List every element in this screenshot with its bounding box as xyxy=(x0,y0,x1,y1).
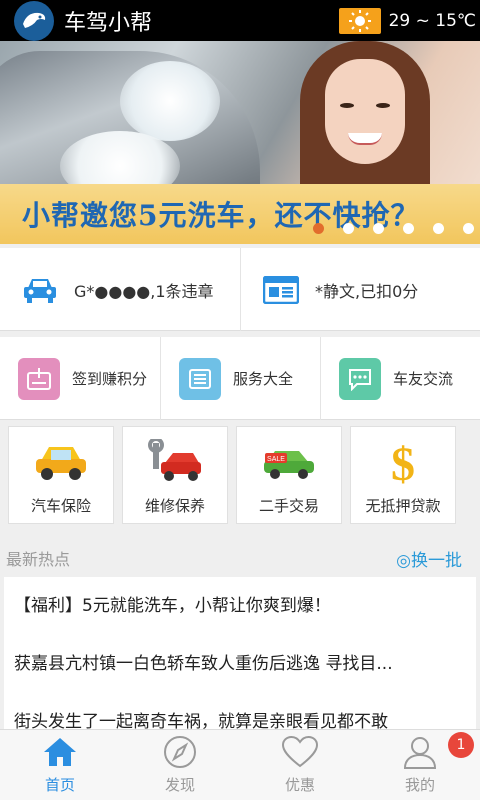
nav-profile-label: 我的 xyxy=(404,776,435,794)
nav-discover[interactable]: 发现 xyxy=(120,730,240,800)
news-item[interactable]: 获嘉县亢村镇一白色轿车致人重伤后逃逸 寻找目... xyxy=(4,635,476,693)
heart-icon xyxy=(280,734,320,770)
nav-deals-label: 优惠 xyxy=(284,776,315,794)
nav-home[interactable]: 首页 xyxy=(0,730,120,800)
service-chat[interactable]: 车友交流 xyxy=(320,337,480,420)
home-icon xyxy=(40,734,80,770)
nav-discover-label: 发现 xyxy=(164,776,195,794)
news-list: 【福利】5元就能洗车，小帮让你爽到爆！ 获嘉县亢村镇一白色轿车致人重伤后逃逸 寻… xyxy=(4,577,476,729)
temperature-text: 29 ~ 15℃ xyxy=(388,10,476,31)
pager-dot[interactable] xyxy=(373,223,384,234)
dollar-icon: $ xyxy=(373,435,433,487)
person-icon xyxy=(400,734,440,770)
points-info[interactable]: *静文,已扣0分 xyxy=(240,248,480,331)
nav-deals[interactable]: 优惠 xyxy=(240,730,360,800)
dolphin-logo-icon xyxy=(14,0,54,41)
chat-label: 车友交流 xyxy=(393,370,454,388)
card-used-car[interactable]: SALE 二手交易 xyxy=(236,426,342,524)
feature-cards: 汽车保险 维修保养 SALE 二手交易 $ 无抵押贷款 xyxy=(0,426,480,530)
refresh-button[interactable]: ◎换一批 xyxy=(396,546,462,571)
hot-news-title: 最新热点 xyxy=(6,550,71,569)
pager-dot[interactable] xyxy=(313,223,324,234)
banner-strip: 小帮邀您5元洗车，还不快抢？ xyxy=(0,184,480,244)
repair-wrench-icon xyxy=(145,435,205,487)
violation-info[interactable]: G*●●●●,1条违章 xyxy=(0,248,240,331)
used-car-label: 二手交易 xyxy=(258,497,319,515)
service-sign-in[interactable]: 签到赚积分 xyxy=(0,337,160,420)
pager-dot[interactable] xyxy=(343,223,354,234)
banner-foam xyxy=(120,61,220,141)
nav-profile[interactable]: 我的 1 xyxy=(360,730,480,800)
violation-text: G*●●●●,1条违章 xyxy=(74,281,214,301)
weather-widget[interactable]: 29 ~ 15℃ xyxy=(338,0,480,41)
card-loan[interactable]: $ 无抵押贷款 xyxy=(350,426,456,524)
service-list-icon xyxy=(179,357,221,400)
pager-dot[interactable] xyxy=(403,223,414,234)
sale-car-icon: SALE xyxy=(259,435,319,487)
news-item[interactable]: 街头发生了一起离奇车祸，就算是亲眼看见都不敢 xyxy=(4,693,476,729)
insurance-car-icon xyxy=(31,435,91,487)
bottom-nav: 首页 发现 优惠 我的 1 xyxy=(0,729,480,800)
insurance-label: 汽车保险 xyxy=(30,497,91,515)
service-all-label: 服务大全 xyxy=(233,370,294,388)
vehicle-info-row: G*●●●●,1条违章 *静文,已扣0分 xyxy=(0,248,480,331)
card-insurance[interactable]: 汽车保险 xyxy=(8,426,114,524)
svg-text:SALE: SALE xyxy=(267,456,285,463)
card-repair[interactable]: 维修保养 xyxy=(122,426,228,524)
svg-text:$: $ xyxy=(391,438,415,486)
service-row: 签到赚积分 服务大全 车友交流 xyxy=(0,337,480,420)
hot-news-header: 最新热点 ◎换一批 xyxy=(0,540,480,576)
pager-dot[interactable] xyxy=(463,223,474,234)
loan-label: 无抵押贷款 xyxy=(365,497,441,515)
sign-in-label: 签到赚积分 xyxy=(72,370,148,388)
compass-icon xyxy=(160,734,200,770)
pager-dot[interactable] xyxy=(433,223,444,234)
chat-icon xyxy=(339,357,381,400)
banner-pager[interactable] xyxy=(313,223,474,234)
service-all[interactable]: 服务大全 xyxy=(160,337,320,420)
car-icon xyxy=(22,275,58,305)
points-text: *静文,已扣0分 xyxy=(315,281,419,301)
nav-home-label: 首页 xyxy=(44,776,75,794)
sun-icon xyxy=(338,7,381,34)
app-title: 车驾小帮 xyxy=(64,10,153,36)
app-header: 车驾小帮 29 ~ 15℃ xyxy=(0,0,480,41)
notification-badge: 1 xyxy=(448,732,474,758)
repair-label: 维修保养 xyxy=(144,497,205,515)
newspaper-icon xyxy=(263,275,299,305)
news-item[interactable]: 【福利】5元就能洗车，小帮让你爽到爆！ xyxy=(4,577,476,635)
sign-in-icon xyxy=(18,357,60,400)
promo-banner[interactable]: 小帮邀您5元洗车，还不快抢？ xyxy=(0,41,480,244)
